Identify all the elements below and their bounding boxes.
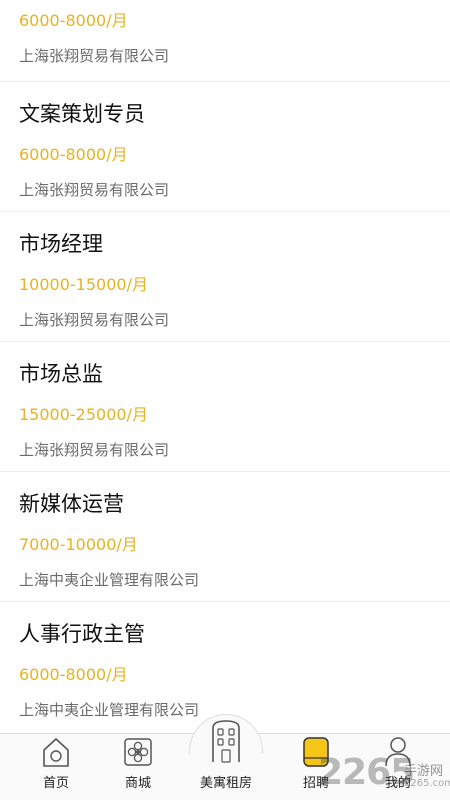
job-salary: 15000-25000/月 bbox=[19, 405, 148, 424]
job-salary: 6000-8000/月 bbox=[19, 665, 128, 684]
home-icon bbox=[41, 736, 71, 772]
job-card[interactable]: 市场总监 15000-25000/月 上海张翔贸易有限公司 bbox=[0, 342, 450, 472]
job-company: 上海张翔贸易有限公司 bbox=[19, 311, 170, 329]
job-title: 新媒体运营 bbox=[19, 492, 124, 516]
job-company: 上海张翔贸易有限公司 bbox=[19, 441, 170, 459]
site-watermark: 2265 手游网 2265.com bbox=[318, 752, 450, 798]
job-title: 市场经理 bbox=[19, 232, 103, 256]
tab-label: 商城 bbox=[124, 776, 151, 791]
job-card[interactable]: 市场经理 10000-15000/月 上海张翔贸易有限公司 bbox=[0, 212, 450, 342]
watermark-url: 2265.com bbox=[404, 778, 450, 789]
job-card[interactable]: 文案策划专员 6000-8000/月 上海张翔贸易有限公司 bbox=[0, 82, 450, 212]
tab-label: 美寓租房 bbox=[199, 776, 252, 791]
job-salary: 10000-15000/月 bbox=[19, 275, 148, 294]
job-company: 上海张翔贸易有限公司 bbox=[19, 47, 170, 65]
apartment-icon bbox=[209, 718, 243, 768]
job-company: 上海中夷企业管理有限公司 bbox=[19, 571, 200, 589]
job-salary: 6000-8000/月 bbox=[19, 145, 128, 164]
job-card[interactable]: 6000-8000/月 上海张翔贸易有限公司 bbox=[0, 0, 450, 82]
watermark-number: 2265 bbox=[318, 752, 415, 793]
job-card[interactable]: 人事行政主管 6000-8000/月 上海中夷企业管理有限公司 bbox=[0, 602, 450, 732]
job-title: 市场总监 bbox=[19, 362, 103, 386]
tab-home[interactable]: 首页 bbox=[16, 736, 96, 798]
tab-apartment-rental[interactable]: 美寓租房 bbox=[186, 718, 266, 798]
watermark-text: 手游网 bbox=[404, 764, 444, 779]
job-title: 文案策划专员 bbox=[19, 102, 145, 126]
job-card[interactable]: 新媒体运营 7000-10000/月 上海中夷企业管理有限公司 bbox=[0, 472, 450, 602]
job-company: 上海张翔贸易有限公司 bbox=[19, 181, 170, 199]
tab-mall[interactable]: 商城 bbox=[98, 736, 178, 798]
job-title: 人事行政主管 bbox=[19, 622, 145, 646]
job-salary: 7000-10000/月 bbox=[19, 535, 138, 554]
tab-label: 首页 bbox=[42, 776, 69, 791]
job-salary: 6000-8000/月 bbox=[19, 11, 128, 30]
flower-icon bbox=[123, 736, 153, 772]
job-company: 上海中夷企业管理有限公司 bbox=[19, 701, 200, 719]
